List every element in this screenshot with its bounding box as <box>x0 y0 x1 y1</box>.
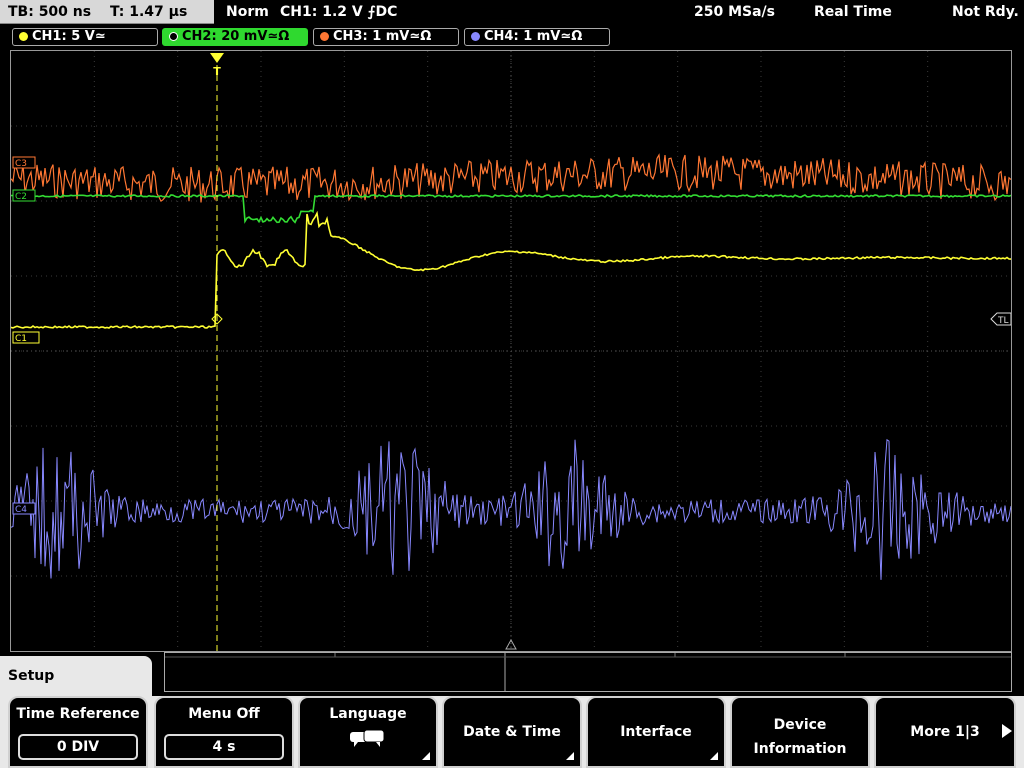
device-label-line2: Information <box>753 741 847 757</box>
language-softkey[interactable]: Language <box>298 696 438 768</box>
trigger-level-marker: TL <box>990 312 1011 326</box>
time-reference-value: 0 DIV <box>18 734 138 760</box>
trigger-status: Not Rdy. <box>952 4 1019 20</box>
submenu-indicator-icon <box>710 752 718 760</box>
channel-1-tab[interactable]: CH1: 5 V≃ <box>12 28 158 46</box>
waveform-canvas: T C3 C2 C1 C4 TL <box>11 51 1011 651</box>
trigger-time-label: T: 1.47 µs <box>109 4 188 20</box>
channel-1-color-icon <box>19 32 28 41</box>
timebase-box[interactable]: TB: 500 ns T: 1.47 µs <box>0 0 214 24</box>
trigger-marker-label: T <box>213 65 221 78</box>
next-page-arrow-icon <box>1002 724 1012 738</box>
device-information-label: Device Information <box>732 713 868 761</box>
channel-2-tab[interactable]: CH2: 20 mV≃Ω <box>162 28 308 46</box>
trigger-level-label: TL <box>997 316 1009 326</box>
channel-3-label: CH3: 1 mV≃Ω <box>333 29 432 44</box>
channel-1-ground-marker: C1 <box>12 331 40 344</box>
channel-4-ground-marker: C4 <box>12 502 36 515</box>
channel-1-label: CH1: 5 V≃ <box>32 29 106 44</box>
channel-3-marker-label: C3 <box>15 159 27 169</box>
date-time-softkey[interactable]: Date & Time <box>442 696 582 768</box>
softkey-bar: Time Reference 0 DIV Menu Off 4 s Langua… <box>0 696 1024 768</box>
more-softkey[interactable]: More 1|3 <box>874 696 1016 768</box>
device-information-softkey[interactable]: Device Information <box>730 696 870 768</box>
zoom-strip-grid <box>165 653 1011 691</box>
more-label: More 1|3 <box>910 724 980 740</box>
menu-panel: Setup Time Reference 0 DIV Menu Off 4 s … <box>0 652 1024 768</box>
channel-2-label: CH2: 20 mV≃Ω <box>182 29 290 44</box>
menu-title: Setup <box>0 656 152 696</box>
channel-4-color-icon <box>471 32 480 41</box>
channel-4-waveform <box>11 438 1011 580</box>
sample-rate: 250 MSa/s <box>694 4 776 20</box>
zoom-overview-strip <box>164 652 1012 692</box>
time-reference-softkey[interactable]: Time Reference 0 DIV <box>8 696 148 768</box>
device-label-line1: Device <box>773 717 827 733</box>
channel-3-tab[interactable]: CH3: 1 mV≃Ω <box>313 28 459 46</box>
acquisition-mode: Real Time <box>814 4 892 20</box>
language-label: Language <box>329 706 407 722</box>
interface-label: Interface <box>620 724 692 740</box>
status-bar: TB: 500 ns T: 1.47 µs Norm CH1: 1.2 V ⨍D… <box>0 0 1024 24</box>
submenu-indicator-icon <box>566 752 574 760</box>
channel-4-marker-label: C4 <box>15 505 27 515</box>
timebase-label: TB: 500 ns <box>8 4 92 20</box>
channel-tabs: CH1: 5 V≃ CH2: 20 mV≃Ω CH3: 1 mV≃Ω CH4: … <box>0 26 1024 48</box>
channel-1-waveform <box>11 210 1011 329</box>
trigger-info[interactable]: CH1: 1.2 V ⨍DC <box>280 0 397 24</box>
channel-3-color-icon <box>320 32 329 41</box>
interface-softkey[interactable]: Interface <box>586 696 726 768</box>
menu-off-value: 4 s <box>164 734 284 760</box>
channel-1-marker-label: C1 <box>15 334 27 344</box>
menu-off-softkey[interactable]: Menu Off 4 s <box>154 696 294 768</box>
channel-4-label: CH4: 1 mV≃Ω <box>484 29 583 44</box>
time-reference-label: Time Reference <box>16 706 140 722</box>
date-time-label: Date & Time <box>463 724 561 740</box>
submenu-indicator-icon <box>422 752 430 760</box>
menu-off-label: Menu Off <box>188 706 260 722</box>
channel-3-ground-marker: C3 <box>12 156 36 169</box>
trigger-position-marker: T <box>210 53 224 78</box>
channel-2-marker-label: C2 <box>15 192 27 202</box>
waveform-display[interactable]: T C3 C2 C1 C4 TL <box>10 50 1012 652</box>
graticule-grid <box>11 51 1011 651</box>
channel-2-ground-marker: C2 <box>12 189 36 202</box>
channel-2-color-icon <box>169 32 178 41</box>
channel-4-tab[interactable]: CH4: 1 mV≃Ω <box>464 28 610 46</box>
speech-bubble-icon <box>350 729 385 747</box>
trigger-mode[interactable]: Norm <box>226 0 269 24</box>
